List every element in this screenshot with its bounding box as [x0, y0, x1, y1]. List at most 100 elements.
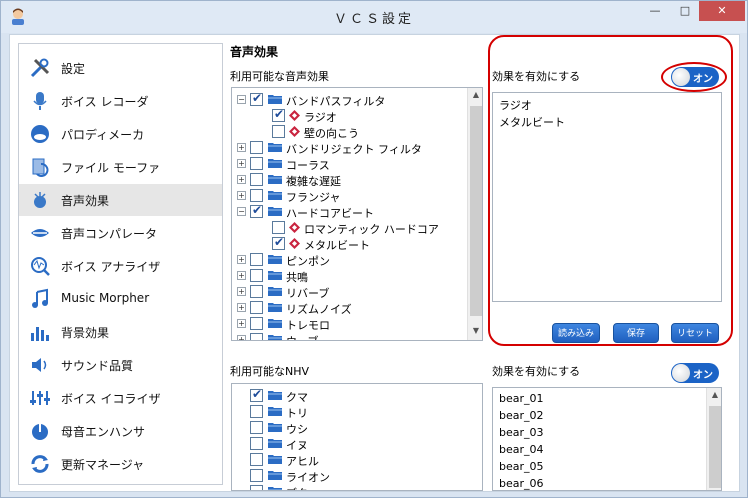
- checkbox[interactable]: [250, 91, 263, 106]
- expand-icon[interactable]: +: [237, 175, 246, 184]
- tree-row[interactable]: − ハードコアビート: [232, 203, 464, 220]
- expand-icon[interactable]: +: [237, 303, 246, 312]
- tree-row[interactable]: + リズムノイズ: [232, 300, 464, 316]
- tree-row-label: トレモロ: [286, 319, 330, 332]
- checkbox[interactable]: [250, 189, 263, 202]
- list-item[interactable]: bear_03: [499, 426, 544, 439]
- sidebar-item-voice-recorder[interactable]: ボイス レコーダ: [19, 85, 222, 117]
- folder-icon: [268, 391, 282, 400]
- sidebar-item-parody-maker[interactable]: パロディメーカ: [19, 118, 222, 150]
- tree-row[interactable]: + リバーブ: [232, 284, 464, 300]
- tree-row[interactable]: トリ: [232, 404, 472, 420]
- checkbox[interactable]: [272, 107, 285, 122]
- checkbox[interactable]: [250, 469, 263, 482]
- expand-icon[interactable]: +: [237, 319, 246, 328]
- list-item[interactable]: bear_02: [499, 409, 544, 422]
- maximize-button[interactable]: □: [671, 1, 699, 21]
- minimize-button[interactable]: —: [641, 1, 669, 21]
- tree-row[interactable]: 壁の向こう: [232, 124, 464, 140]
- tree-row[interactable]: ラジオ: [232, 107, 464, 124]
- sidebar-item-label: Music Morpher: [61, 291, 150, 305]
- checkbox[interactable]: [250, 387, 263, 402]
- checkbox[interactable]: [250, 485, 263, 490]
- tree-row[interactable]: ブタ: [232, 484, 472, 490]
- nhv-panel-label: 利用可能なNHV: [230, 365, 310, 378]
- tree-row[interactable]: ロマンティック ハードコア: [232, 220, 464, 236]
- list-item[interactable]: bear_04: [499, 443, 544, 456]
- sidebar-item-sound-quality[interactable]: サウンド品質: [19, 349, 222, 381]
- tree-row[interactable]: + ピンポン: [232, 252, 464, 268]
- tree-row[interactable]: + 複雑な遅延: [232, 172, 464, 188]
- sidebar-item-music-morpher[interactable]: Music Morpher: [19, 283, 222, 315]
- list-item[interactable]: bear_01: [499, 392, 544, 405]
- checkbox[interactable]: [250, 141, 263, 154]
- checkbox[interactable]: [250, 269, 263, 282]
- tree-row[interactable]: メタルビート: [232, 235, 464, 252]
- close-button[interactable]: ✕: [699, 1, 745, 21]
- checkbox[interactable]: [250, 285, 263, 298]
- collapse-icon[interactable]: −: [237, 95, 246, 104]
- checkbox[interactable]: [272, 125, 285, 138]
- sidebar-item-voice-equalizer[interactable]: ボイス イコライザ: [19, 382, 222, 414]
- sidebar-item-vowel-enhancer[interactable]: 母音エンハンサ: [19, 415, 222, 447]
- scroll-thumb[interactable]: [709, 406, 721, 488]
- scroll-thumb[interactable]: [470, 106, 482, 316]
- collapse-icon[interactable]: −: [237, 207, 246, 216]
- list-item[interactable]: ラジオ: [499, 97, 532, 113]
- list-item[interactable]: bear_05: [499, 460, 544, 473]
- expand-icon[interactable]: +: [237, 287, 246, 296]
- tree-row[interactable]: ライオン: [232, 468, 472, 484]
- checkbox[interactable]: [250, 405, 263, 418]
- tree-row[interactable]: + トレモロ: [232, 316, 464, 332]
- sidebar-item-background-effects[interactable]: 背景効果: [19, 316, 222, 348]
- checkbox[interactable]: [250, 333, 263, 340]
- sidebar: 設定 ボイス レコーダ パロディメーカ ファイル モーファ 音声効果 音声コンパ…: [18, 43, 223, 485]
- tree-row[interactable]: イヌ: [232, 436, 472, 452]
- checkbox[interactable]: [272, 221, 285, 234]
- tree-row[interactable]: ウシ: [232, 420, 472, 436]
- list-item[interactable]: メタルビート: [499, 114, 565, 130]
- tree-row[interactable]: + バンドリジェクト フィルタ: [232, 140, 464, 156]
- checkbox[interactable]: [272, 235, 285, 250]
- tree-row[interactable]: + 共鳴: [232, 268, 464, 284]
- effects-scrollbar[interactable]: ▲ ▼: [467, 88, 482, 340]
- scroll-down-icon[interactable]: ▼: [468, 326, 482, 335]
- sidebar-item-settings[interactable]: 設定: [19, 52, 222, 84]
- tree-row[interactable]: + ウーブ: [232, 332, 464, 340]
- sidebar-item-update-manager[interactable]: 更新マネージャ: [19, 448, 222, 480]
- checkbox[interactable]: [250, 301, 263, 314]
- scroll-up-icon[interactable]: ▲: [707, 390, 721, 399]
- expand-icon[interactable]: +: [237, 335, 246, 340]
- checkbox[interactable]: [250, 421, 263, 434]
- checkbox[interactable]: [250, 317, 263, 330]
- scroll-up-icon[interactable]: ▲: [468, 90, 482, 99]
- tree-row[interactable]: クマ: [232, 387, 472, 404]
- tree-row-label: メタルビート: [304, 239, 370, 252]
- sidebar-item-voice-comparator[interactable]: 音声コンパレータ: [19, 217, 222, 249]
- sidebar-item-file-morpher[interactable]: ファイル モーファ: [19, 151, 222, 183]
- checkbox[interactable]: [250, 173, 263, 186]
- expand-icon[interactable]: +: [237, 191, 246, 200]
- expand-icon[interactable]: +: [237, 159, 246, 168]
- tree-row[interactable]: アヒル: [232, 452, 472, 468]
- nhv-scrollbar[interactable]: ▲: [706, 388, 721, 490]
- reset-button[interactable]: リセット: [671, 323, 719, 343]
- sidebar-item-voice-analyzer[interactable]: ボイス アナライザ: [19, 250, 222, 282]
- load-button[interactable]: 読み込み: [552, 323, 600, 343]
- enable-effects-toggle[interactable]: オン: [671, 67, 719, 87]
- tree-row[interactable]: + コーラス: [232, 156, 464, 172]
- checkbox[interactable]: [250, 437, 263, 450]
- sidebar-item-sound-effects[interactable]: 音声効果: [19, 184, 222, 216]
- save-button[interactable]: 保存: [613, 323, 659, 343]
- checkbox[interactable]: [250, 203, 263, 218]
- expand-icon[interactable]: +: [237, 271, 246, 280]
- expand-icon[interactable]: +: [237, 143, 246, 152]
- tree-row[interactable]: + フランジャ: [232, 188, 464, 204]
- list-item[interactable]: bear_06: [499, 477, 544, 490]
- expand-icon[interactable]: +: [237, 255, 246, 264]
- enable-nhv-toggle[interactable]: オン: [671, 363, 719, 383]
- checkbox[interactable]: [250, 453, 263, 466]
- checkbox[interactable]: [250, 253, 263, 266]
- tree-row[interactable]: − バンドパスフィルタ: [232, 91, 464, 108]
- checkbox[interactable]: [250, 157, 263, 170]
